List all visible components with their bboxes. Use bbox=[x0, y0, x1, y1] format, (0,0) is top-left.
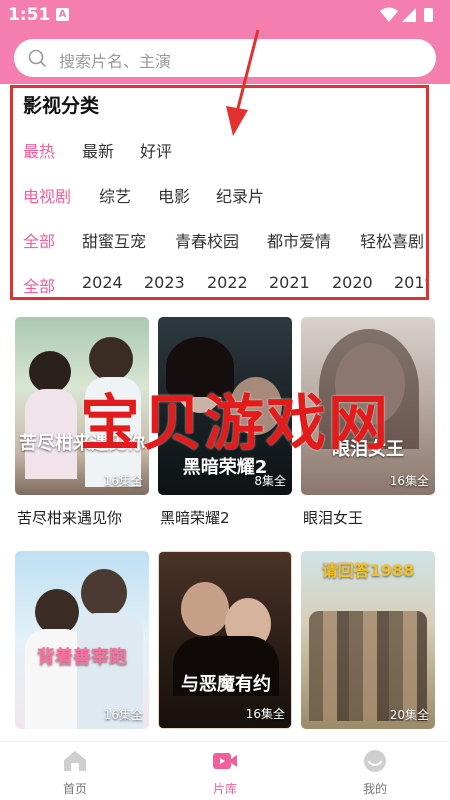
bottom-tab-bar: 首页 片库 我的 bbox=[0, 741, 450, 800]
filter-genre-all[interactable]: 全部 bbox=[23, 228, 55, 252]
filter-genre-campus[interactable]: 青春校园 bbox=[175, 228, 239, 252]
category-title: 影视分类 bbox=[23, 95, 100, 117]
watermark: 宝贝游戏网 bbox=[80, 389, 390, 459]
annotation-arrow-icon bbox=[226, 29, 260, 136]
filter-type-tv[interactable]: 电视剧 bbox=[23, 183, 71, 207]
filter-year-2020[interactable]: 2020 bbox=[332, 273, 373, 292]
drama-poster: 背着善宰跑 16集全 bbox=[15, 551, 149, 729]
filter-type-documentary[interactable]: 纪录片 bbox=[216, 183, 264, 207]
filter-year-2022[interactable]: 2022 bbox=[207, 273, 248, 292]
filter-genre-urban-love[interactable]: 都市爱情 bbox=[267, 228, 331, 252]
drama-title: 眼泪女王 bbox=[303, 509, 364, 527]
tab-mine[interactable]: 我的 bbox=[300, 742, 450, 800]
episode-count: 8集全 bbox=[254, 474, 286, 488]
search-icon bbox=[28, 49, 46, 67]
tab-mine-label: 我的 bbox=[362, 782, 387, 796]
drama-poster: 与恶魔有约 16集全 bbox=[158, 551, 292, 729]
filter-year-2024[interactable]: 2024 bbox=[82, 273, 123, 292]
drama-poster: 请回答1988 20集全 bbox=[301, 551, 435, 729]
episode-count: 16集全 bbox=[245, 707, 285, 721]
filter-sort-new[interactable]: 最新 bbox=[82, 138, 114, 162]
poster-title: 请回答1988 bbox=[321, 561, 415, 580]
profile-icon bbox=[364, 750, 386, 772]
signal-icon bbox=[402, 8, 416, 22]
episode-count: 16集全 bbox=[103, 474, 143, 488]
filter-year-all[interactable]: 全部 bbox=[23, 273, 55, 297]
filter-sort-hot[interactable]: 最热 bbox=[23, 138, 55, 162]
status-bar: 1:51 A bbox=[0, 0, 450, 30]
episode-count: 20集全 bbox=[389, 708, 429, 722]
tab-home-label: 首页 bbox=[62, 782, 87, 796]
episode-count: 16集全 bbox=[103, 708, 143, 722]
episode-count: 16集全 bbox=[389, 474, 429, 488]
wifi-icon bbox=[380, 7, 398, 22]
filter-genre-sweet[interactable]: 甜蜜互宠 bbox=[82, 228, 146, 252]
category-panel: 影视分类 最热 最新 好评 电视剧 综艺 电影 纪录片 全部 甜蜜互宠 青春校园… bbox=[10, 85, 429, 300]
tab-library-label: 片库 bbox=[212, 782, 237, 796]
search-placeholder: 搜索片名、主演 bbox=[59, 52, 172, 71]
video-library-icon bbox=[213, 753, 237, 769]
system-status-icons bbox=[380, 7, 433, 22]
poster-title: 与恶魔有约 bbox=[181, 674, 271, 695]
status-time: 1:51 bbox=[8, 5, 51, 25]
filter-type-variety[interactable]: 综艺 bbox=[99, 183, 131, 207]
battery-icon bbox=[424, 8, 433, 22]
filter-sort-rating[interactable]: 好评 bbox=[140, 138, 172, 162]
drama-title: 苦尽柑来遇见你 bbox=[17, 509, 123, 527]
tab-home[interactable]: 首页 bbox=[0, 742, 150, 800]
poster-title: 背着善宰跑 bbox=[37, 647, 127, 668]
notification-a-icon: A bbox=[56, 8, 69, 21]
home-icon bbox=[64, 751, 86, 771]
filter-year-2019[interactable]: 2019 bbox=[394, 273, 426, 292]
filter-type-movie[interactable]: 电影 bbox=[158, 183, 190, 207]
filter-year-2021[interactable]: 2021 bbox=[269, 273, 310, 292]
tab-library[interactable]: 片库 bbox=[150, 742, 300, 800]
drama-title: 黑暗荣耀2 bbox=[160, 509, 230, 527]
filter-genre-comedy[interactable]: 轻松喜剧 bbox=[360, 228, 424, 252]
filter-year-2023[interactable]: 2023 bbox=[144, 273, 185, 292]
